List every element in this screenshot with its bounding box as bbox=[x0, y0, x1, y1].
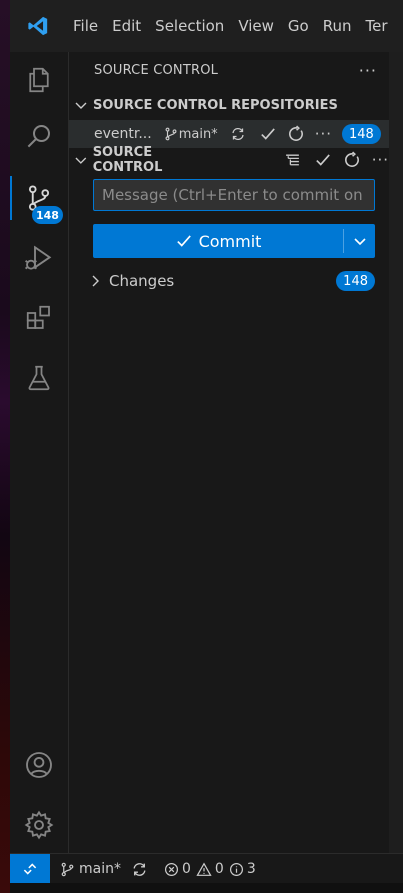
search-icon[interactable] bbox=[10, 108, 68, 164]
chevron-down-icon bbox=[75, 102, 87, 109]
repo-changes-badge: 148 bbox=[342, 124, 381, 144]
repositories-header-label: SOURCE CONTROL REPOSITORIES bbox=[93, 97, 338, 113]
section-more-icon[interactable]: ··· bbox=[372, 151, 389, 169]
commit-message-input[interactable] bbox=[93, 179, 375, 211]
changes-group-row[interactable]: Changes 148 bbox=[69, 268, 389, 294]
menu-edit[interactable]: Edit bbox=[105, 0, 148, 52]
branch-icon bbox=[61, 862, 74, 876]
title-bar: File Edit Selection View Go Run Ter bbox=[10, 0, 403, 52]
menu-selection[interactable]: Selection bbox=[148, 0, 231, 52]
repo-branch[interactable]: main* bbox=[179, 127, 218, 142]
source-control-icon[interactable]: 148 bbox=[10, 170, 68, 226]
menu-view[interactable]: View bbox=[231, 0, 281, 52]
chevron-right-icon bbox=[92, 275, 99, 287]
check-icon bbox=[176, 235, 191, 247]
changes-count-badge: 148 bbox=[336, 271, 375, 291]
commit-check-icon[interactable] bbox=[314, 151, 332, 169]
branch-icon bbox=[164, 127, 178, 141]
changes-label: Changes bbox=[109, 272, 175, 290]
menu-file[interactable]: File bbox=[66, 0, 105, 52]
repo-more-icon[interactable]: ··· bbox=[315, 125, 332, 143]
refresh-icon[interactable] bbox=[343, 151, 361, 169]
menu-run[interactable]: Run bbox=[316, 0, 359, 52]
sync-icon[interactable] bbox=[230, 126, 246, 142]
source-control-badge: 148 bbox=[32, 206, 63, 224]
vscode-window: File Edit Selection View Go Run Ter 148 bbox=[10, 0, 403, 893]
explorer-icon[interactable] bbox=[10, 52, 68, 108]
commit-check-icon[interactable] bbox=[259, 125, 277, 143]
status-branch[interactable]: main* bbox=[60, 861, 121, 877]
info-count: 3 bbox=[246, 861, 256, 877]
source-control-sidebar: SOURCE CONTROL ··· SOURCE CONTROL REPOSI… bbox=[69, 52, 389, 853]
remote-indicator-icon[interactable] bbox=[10, 854, 50, 884]
error-count: 0 bbox=[181, 861, 191, 877]
sync-icon bbox=[133, 862, 146, 876]
source-control-header-label: SOURCE CONTROL bbox=[92, 145, 163, 175]
sidebar-header: SOURCE CONTROL ··· bbox=[69, 52, 389, 88]
commit-main-action[interactable]: Commit bbox=[93, 224, 343, 258]
commit-label: Commit bbox=[198, 231, 262, 251]
chevron-down-icon bbox=[353, 238, 366, 246]
info-icon bbox=[229, 862, 243, 876]
commit-button[interactable]: Commit bbox=[93, 224, 375, 258]
warning-count: 0 bbox=[214, 861, 224, 877]
source-control-section-header[interactable]: SOURCE CONTROL ··· bbox=[69, 145, 389, 175]
wallpaper-strip bbox=[0, 0, 10, 893]
extensions-icon[interactable] bbox=[10, 290, 68, 346]
commit-dropdown-button[interactable] bbox=[344, 224, 375, 258]
activity-bar: 148 bbox=[10, 52, 69, 853]
chevron-down-icon bbox=[75, 157, 87, 164]
sidebar-title: SOURCE CONTROL bbox=[94, 62, 219, 78]
warning-icon bbox=[196, 861, 212, 876]
testing-icon[interactable] bbox=[10, 350, 68, 406]
window-bottom-frame bbox=[10, 883, 403, 893]
vscode-logo-icon bbox=[10, 0, 66, 52]
run-debug-icon[interactable] bbox=[10, 230, 68, 286]
status-bar: main* 0 0 3 bbox=[10, 853, 403, 884]
menu-terminal[interactable]: Ter bbox=[359, 0, 395, 52]
view-as-tree-icon[interactable] bbox=[284, 152, 301, 169]
menu-go[interactable]: Go bbox=[281, 0, 316, 52]
repository-row[interactable]: eventr... main* ··· 148 bbox=[69, 120, 389, 148]
more-actions-icon[interactable]: ··· bbox=[359, 61, 377, 80]
editor-edge bbox=[389, 52, 403, 853]
refresh-icon[interactable] bbox=[287, 125, 305, 143]
status-problems[interactable]: 0 0 3 bbox=[164, 861, 256, 877]
status-sync[interactable] bbox=[131, 861, 148, 878]
manage-gear-icon[interactable] bbox=[10, 797, 68, 853]
error-icon bbox=[164, 862, 179, 876]
repo-name: eventr... bbox=[94, 126, 152, 142]
accounts-icon[interactable] bbox=[10, 737, 68, 793]
status-branch-label: main* bbox=[79, 861, 121, 877]
repositories-section-header[interactable]: SOURCE CONTROL REPOSITORIES bbox=[69, 93, 389, 117]
